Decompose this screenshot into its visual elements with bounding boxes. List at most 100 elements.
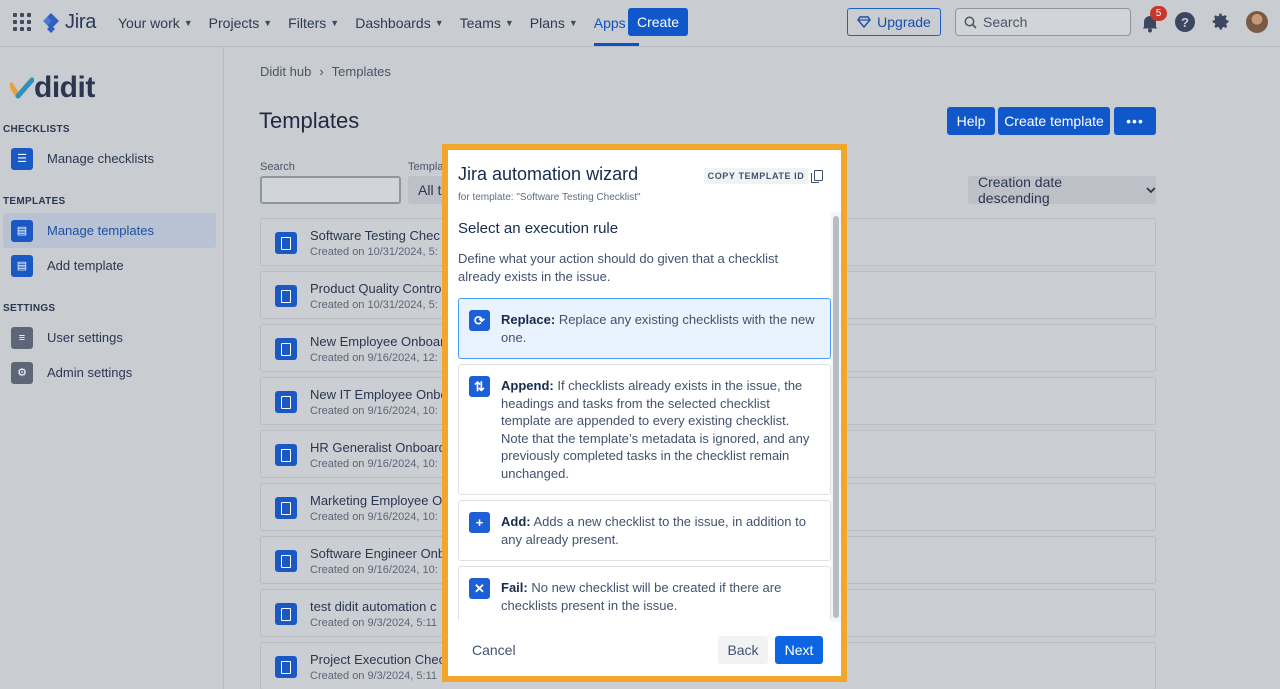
jira-logo[interactable]: Jira xyxy=(41,11,96,34)
nav-your-work[interactable]: Your work ▼ xyxy=(118,0,201,46)
breadcrumb-didit-hub[interactable]: Didit hub xyxy=(260,64,311,79)
didit-wordmark: didit xyxy=(34,71,95,104)
sort-value: Creation date descending xyxy=(978,174,1063,206)
template-filter-label: Templa xyxy=(408,161,444,173)
admin-gear-icon: ⚙ xyxy=(11,361,33,384)
append-icon: ⇅ xyxy=(469,376,490,397)
option-replace[interactable]: ⟳ Replace: Replace any existing checklis… xyxy=(458,298,831,359)
fail-icon: ✕ xyxy=(469,578,490,599)
option-text: If checklists already exists in the issu… xyxy=(501,378,810,481)
sidebar-item-user-settings[interactable]: ≡ User settings xyxy=(3,320,216,355)
copy-icon[interactable] xyxy=(811,170,823,183)
primary-nav: Your work ▼ Projects ▼ Filters ▼ Dashboards… xyxy=(118,0,647,46)
template-icon: ▤ xyxy=(11,219,33,242)
modal-subtitle: for template: "Software Testing Checklis… xyxy=(458,192,641,203)
document-icon xyxy=(275,497,297,519)
search-label: Search xyxy=(260,161,295,173)
document-icon xyxy=(275,338,297,360)
help-button[interactable]: Help xyxy=(947,107,995,135)
jira-logo-icon xyxy=(43,12,59,33)
template-name: Software Engineer Onb xyxy=(310,546,444,561)
template-name: New IT Employee Onbo xyxy=(310,387,444,402)
page-title: Templates xyxy=(259,108,360,133)
template-search-input[interactable] xyxy=(260,176,401,204)
nav-projects[interactable]: Projects ▼ xyxy=(201,0,281,46)
replace-icon: ⟳ xyxy=(469,310,490,331)
sidebar-item-label: Manage templates xyxy=(47,223,154,238)
back-button[interactable]: Back xyxy=(718,636,768,664)
modal-title: Jira automation wizard xyxy=(458,164,639,184)
search-input[interactable]: Search xyxy=(955,8,1131,36)
cancel-button[interactable]: Cancel xyxy=(464,637,524,663)
section-title: Select an execution rule xyxy=(458,220,619,237)
nav-label: Dashboards xyxy=(355,15,431,31)
template-name: HR Generalist Onboard xyxy=(310,440,444,455)
create-button[interactable]: Create xyxy=(628,8,688,36)
help-icon[interactable]: ? xyxy=(1175,12,1195,32)
search-icon xyxy=(964,16,977,29)
avatar[interactable] xyxy=(1246,11,1268,33)
section-description: Define what your action should do given … xyxy=(458,251,779,284)
template-name: Project Execution Chec xyxy=(310,652,444,667)
document-icon xyxy=(275,656,297,678)
add-icon: + xyxy=(469,512,490,533)
breadcrumb: Didit hub › Templates xyxy=(260,64,391,79)
sidebar-item-admin-settings[interactable]: ⚙ Admin settings xyxy=(3,355,216,390)
template-created: Created on 9/3/2024, 5:11 xyxy=(310,670,438,682)
more-actions-button[interactable]: ••• xyxy=(1114,107,1156,135)
add-template-icon: ▤ xyxy=(11,254,33,277)
nav-filters[interactable]: Filters ▼ xyxy=(280,0,347,46)
option-text: No new checklist will be created if ther… xyxy=(501,580,782,613)
nav-label: Apps xyxy=(593,15,626,31)
nav-label: Plans xyxy=(529,15,565,31)
sort-select[interactable]: Creation date descending xyxy=(968,174,1156,206)
search-placeholder: Search xyxy=(983,14,1028,30)
breadcrumb-templates[interactable]: Templates xyxy=(332,64,391,79)
sidebar-item-add-template[interactable]: ▤ Add template xyxy=(3,248,216,283)
option-add[interactable]: + Add: Adds a new checklist to the issue… xyxy=(458,500,831,561)
nav-dashboards[interactable]: Dashboards ▼ xyxy=(347,0,451,46)
sidebar-item-manage-templates[interactable]: ▤ Manage templates xyxy=(3,213,216,248)
chevron-down-icon: ▼ xyxy=(183,18,193,28)
nav-teams[interactable]: Teams ▼ xyxy=(452,0,522,46)
next-button[interactable]: Next xyxy=(775,636,823,664)
nav-plans[interactable]: Plans ▼ xyxy=(522,0,586,46)
scrollbar-thumb[interactable] xyxy=(833,216,839,618)
sidebar-item-manage-checklists[interactable]: ☰ Manage checklists xyxy=(3,141,216,176)
chevron-down-icon: ▼ xyxy=(434,18,444,28)
checklist-icon: ☰ xyxy=(11,147,33,170)
breadcrumb-separator: › xyxy=(319,64,324,79)
create-template-button[interactable]: Create template xyxy=(998,107,1110,135)
template-created: Created on 9/16/2024, 10: xyxy=(310,405,438,417)
jira-wordmark: Jira xyxy=(65,11,97,33)
automation-wizard-modal: Jira automation wizard for template: "So… xyxy=(442,144,847,682)
template-created: Created on 9/16/2024, 10: xyxy=(310,564,438,576)
copy-template-id-button[interactable]: COPY TEMPLATE ID xyxy=(704,168,808,184)
template-created: Created on 9/16/2024, 10: xyxy=(310,458,438,470)
option-append[interactable]: ⇅ Append: If checklists already exists i… xyxy=(458,364,831,495)
section-checklists: CHECKLISTS xyxy=(3,124,70,135)
modal-footer: Cancel Back Next xyxy=(448,622,841,676)
chevron-down-icon: ▼ xyxy=(330,18,340,28)
gear-icon[interactable] xyxy=(1210,11,1231,32)
template-name: Marketing Employee O xyxy=(310,493,443,508)
template-created: Created on 9/16/2024, 10: xyxy=(310,511,438,523)
sliders-icon: ≡ xyxy=(11,326,33,349)
upgrade-gem-icon xyxy=(857,16,872,28)
template-created: Created on 9/16/2024, 12: xyxy=(310,352,438,364)
app-grid-icon[interactable] xyxy=(13,13,31,31)
document-icon xyxy=(275,603,297,625)
notification-badge: 5 xyxy=(1150,6,1167,21)
option-fail[interactable]: ✕ Fail: No new checklist will be created… xyxy=(458,566,831,620)
modal-body: Select an execution rule Define what you… xyxy=(458,212,831,620)
chevron-down-icon: ▼ xyxy=(568,18,578,28)
chevron-down-icon xyxy=(1146,186,1156,193)
upgrade-button[interactable]: Upgrade xyxy=(847,8,941,36)
document-icon xyxy=(275,285,297,307)
document-icon xyxy=(275,550,297,572)
option-key: Fail: xyxy=(501,580,528,595)
section-settings: SETTINGS xyxy=(3,303,56,314)
template-name: New Employee Onboar xyxy=(310,334,444,349)
template-name: Product Quality Contro xyxy=(310,281,442,296)
chevron-down-icon: ▼ xyxy=(504,18,514,28)
